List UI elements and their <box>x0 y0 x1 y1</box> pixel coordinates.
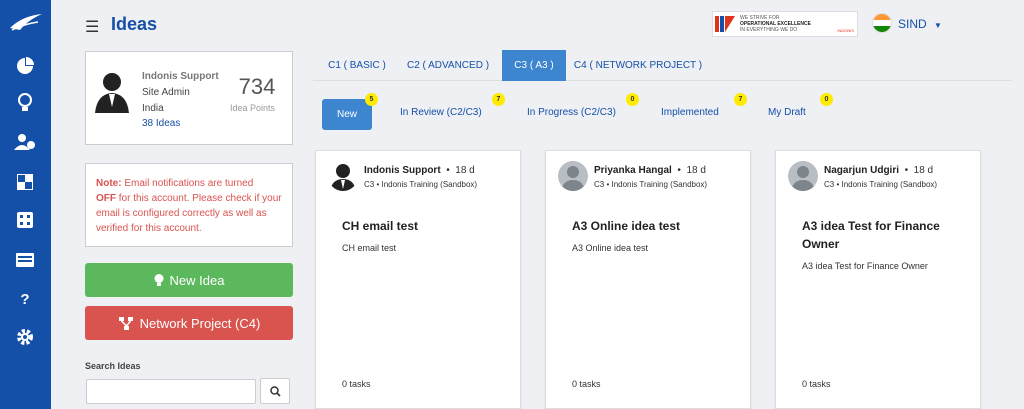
card-tasks: 0 tasks <box>802 379 831 389</box>
banner-brand: INDONIS <box>837 28 854 33</box>
user-menu[interactable]: SIND ▼ <box>898 17 942 31</box>
search-button[interactable] <box>260 378 290 404</box>
idea-card[interactable]: Indonis Support • 18 d C3 • Indonis Trai… <box>315 150 521 409</box>
subtab-in-progress[interactable]: In Progress (C2/C3) <box>527 107 616 118</box>
network-project-button[interactable]: Network Project (C4) <box>85 306 293 340</box>
count-badge: 0 <box>626 93 639 106</box>
list-icon[interactable] <box>13 248 37 272</box>
card-description: CH email test <box>342 243 397 253</box>
count-badge: 7 <box>492 93 505 106</box>
dashboard-icon[interactable] <box>13 54 37 78</box>
card-author: Indonis Support • 18 d <box>364 165 475 176</box>
profile-country: India <box>142 103 164 114</box>
tab-c1-basic[interactable]: C1 ( BASIC ) <box>317 50 397 81</box>
card-meta: C3 • Indonis Training (Sandbox) <box>364 180 478 189</box>
card-author: Priyanka Hangal • 18 d <box>594 165 706 176</box>
logo-icon[interactable] <box>8 10 44 34</box>
menu-toggle-icon[interactable]: ☰ <box>85 17 99 37</box>
profile-ideas-link[interactable]: 38 Ideas <box>142 118 180 129</box>
avatar <box>92 69 132 113</box>
users-icon[interactable] <box>13 130 37 154</box>
grid-icon[interactable] <box>13 170 37 194</box>
card-meta: C3 • Indonis Training (Sandbox) <box>824 180 938 189</box>
email-notification-note: Note: Email notifications are turned OFF… <box>85 163 293 247</box>
lightbulb-icon <box>154 273 164 286</box>
idea-card[interactable]: Priyanka Hangal • 18 d C3 • Indonis Trai… <box>545 150 751 409</box>
card-author: Nagarjun Udgiri • 18 d <box>824 165 934 176</box>
card-description: A3 idea Test for Finance Owner <box>802 261 928 271</box>
profile-role: Site Admin <box>142 87 190 98</box>
banner-logo-icon <box>715 14 735 34</box>
page-title: Ideas <box>111 14 158 34</box>
subtab-my-draft[interactable]: My Draft <box>768 107 806 118</box>
card-meta: C3 • Indonis Training (Sandbox) <box>594 180 708 189</box>
subtab-new[interactable]: New <box>322 99 372 130</box>
idea-points-value: 734 <box>238 74 276 99</box>
tab-c4-network-project[interactable]: C4 ( NETWORK PROJECT ) <box>571 50 705 81</box>
calendar-icon[interactable] <box>13 208 37 232</box>
settings-icon[interactable] <box>13 325 37 349</box>
tab-c3-a3[interactable]: C3 ( A3 ) <box>502 50 566 81</box>
subtab-implemented[interactable]: Implemented <box>661 107 719 118</box>
new-idea-button[interactable]: New Idea <box>85 263 293 297</box>
idea-points-label: Idea Points <box>230 103 276 113</box>
avatar <box>788 161 818 191</box>
category-tabs: C1 ( BASIC ) C2 ( ADVANCED ) C3 ( A3 ) C… <box>313 50 1012 81</box>
search-input[interactable] <box>86 379 256 404</box>
card-title[interactable]: CH email test <box>342 217 512 235</box>
sitemap-icon <box>118 316 133 330</box>
subtab-in-review[interactable]: In Review (C2/C3) <box>400 107 482 118</box>
card-title[interactable]: A3 idea Test for Finance Owner <box>802 217 972 253</box>
count-badge: 5 <box>365 93 378 106</box>
idea-card[interactable]: Nagarjun Udgiri • 18 d C3 • Indonis Trai… <box>775 150 981 409</box>
india-flag-icon <box>872 13 892 33</box>
search-icon <box>269 385 281 397</box>
tab-c2-advanced[interactable]: C2 ( ADVANCED ) <box>398 50 498 81</box>
count-badge: 7 <box>734 93 747 106</box>
profile-name: Indonis Support <box>142 71 219 82</box>
help-icon[interactable]: ? <box>13 287 37 311</box>
user-name: SIND <box>898 17 927 31</box>
banner-text: WE STRIVE FOR OPERATIONAL EXCELLENCE IN … <box>740 15 811 33</box>
caret-down-icon: ▼ <box>934 21 942 30</box>
sidebar: ? <box>0 0 51 409</box>
count-badge: 0 <box>820 93 833 106</box>
avatar <box>558 161 588 191</box>
avatar <box>328 161 358 191</box>
card-tasks: 0 tasks <box>572 379 601 389</box>
lightbulb-icon[interactable] <box>13 91 37 115</box>
search-label: Search Ideas <box>85 361 141 371</box>
profile-card: Indonis Support Site Admin India 38 Idea… <box>85 51 293 145</box>
company-banner: WE STRIVE FOR OPERATIONAL EXCELLENCE IN … <box>712 11 858 37</box>
card-description: A3 Online idea test <box>572 243 649 253</box>
card-title[interactable]: A3 Online idea test <box>572 217 742 235</box>
card-tasks: 0 tasks <box>342 379 371 389</box>
